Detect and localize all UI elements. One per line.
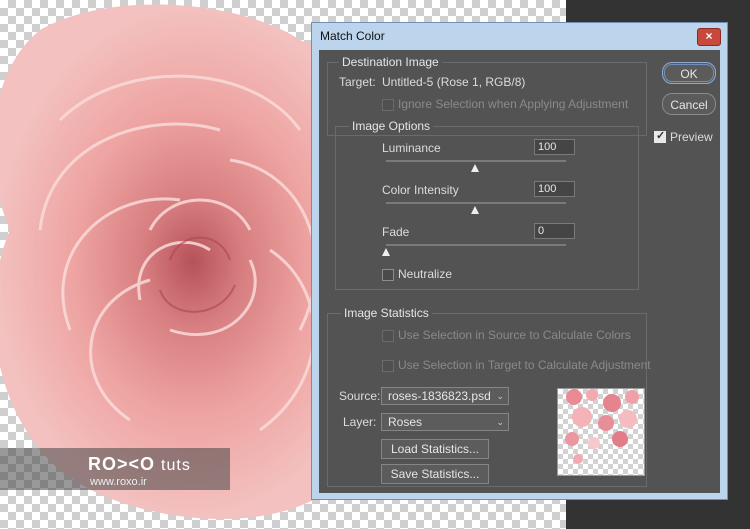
ok-button[interactable]: OK: [662, 62, 716, 84]
neutralize-checkbox[interactable]: [382, 269, 394, 281]
ignore-selection-checkbox[interactable]: [382, 99, 394, 111]
fade-input[interactable]: 0: [534, 223, 575, 239]
use-target-selection-label: Use Selection in Target to Calculate Adj…: [398, 358, 651, 372]
use-target-selection-checkbox[interactable]: [382, 360, 394, 372]
image-statistics-legend: Image Statistics: [341, 306, 432, 320]
watermark-url: www.roxo.ir: [90, 476, 147, 488]
chevron-down-icon: ⌄: [496, 391, 504, 401]
color-intensity-label: Color Intensity: [382, 183, 459, 197]
source-label: Source:: [339, 389, 381, 403]
luminance-slider-thumb[interactable]: [471, 164, 479, 172]
load-statistics-button[interactable]: Load Statistics...: [381, 439, 489, 459]
color-intensity-slider-track[interactable]: [386, 202, 566, 204]
source-dropdown[interactable]: roses-1836823.psd ⌄: [381, 387, 509, 405]
luminance-slider-track[interactable]: [386, 160, 566, 162]
source-dropdown-value: roses-1836823.psd: [388, 389, 491, 403]
fade-slider-thumb[interactable]: [382, 248, 390, 256]
preview-checkbox[interactable]: [654, 129, 666, 143]
use-source-selection-checkbox[interactable]: [382, 330, 394, 342]
luminance-input[interactable]: 100: [534, 139, 575, 155]
dialog-body: Destination Image Target: Untitled-5 (Ro…: [319, 50, 720, 493]
fade-slider-track[interactable]: [386, 244, 566, 246]
destination-legend: Destination Image: [339, 55, 442, 69]
chevron-down-icon: ⌄: [496, 417, 504, 427]
ignore-selection-label: Ignore Selection when Applying Adjustmen…: [398, 97, 629, 111]
fade-label: Fade: [382, 225, 410, 239]
close-button[interactable]: ×: [697, 28, 721, 46]
watermark-logo: RO><O tuts: [88, 454, 191, 474]
dialog-title: Match Color: [320, 29, 385, 43]
image-options-group: [335, 126, 639, 290]
save-statistics-button[interactable]: Save Statistics...: [381, 464, 489, 484]
preview-label: Preview: [670, 130, 713, 144]
layer-label: Layer:: [343, 415, 377, 429]
target-label: Target:: [339, 75, 376, 89]
use-source-selection-label: Use Selection in Source to Calculate Col…: [398, 328, 631, 342]
match-color-dialog: Match Color × Destination Image Target: …: [311, 22, 728, 500]
neutralize-label: Neutralize: [398, 267, 453, 281]
target-value: Untitled-5 (Rose 1, RGB/8): [382, 75, 526, 89]
cancel-button[interactable]: Cancel: [662, 93, 716, 115]
source-preview-thumbnail: [557, 388, 645, 476]
color-intensity-slider-thumb[interactable]: [471, 206, 479, 214]
roses-thumbnail-image: [565, 389, 639, 464]
color-intensity-input[interactable]: 100: [534, 181, 575, 197]
image-options-legend: Image Options: [349, 119, 434, 133]
layer-dropdown-value: Roses: [388, 415, 423, 429]
luminance-label: Luminance: [382, 141, 441, 155]
layer-dropdown[interactable]: Roses ⌄: [381, 413, 509, 431]
